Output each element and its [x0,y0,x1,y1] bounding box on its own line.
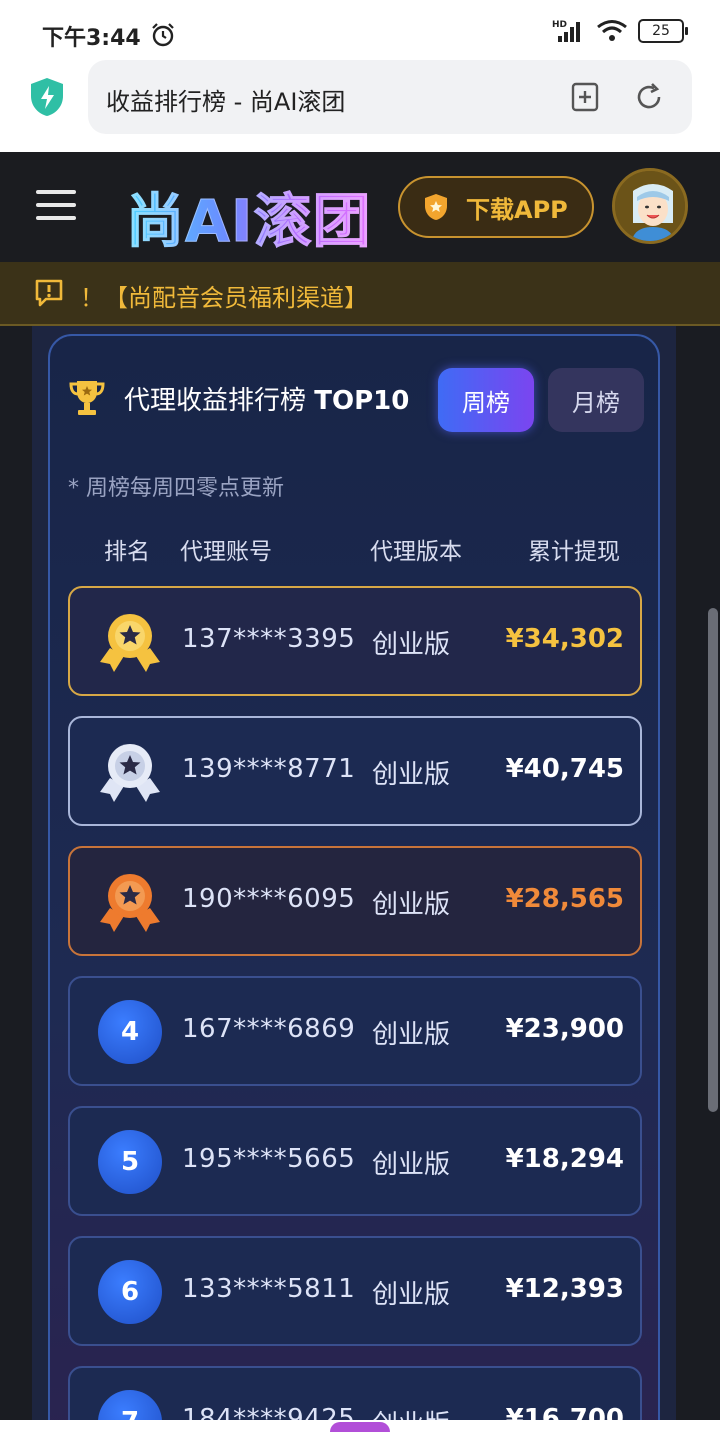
leaderboard-row[interactable]: 139****8771 创业版 ¥40,745 [68,716,642,826]
status-bar: 下午3:44 HD 25 [0,0,720,60]
column-header-version: 代理版本 [370,539,462,565]
row-amount: ¥34,302 [505,624,624,654]
row-version: 创业版 [372,760,451,790]
rank-number: 6 [98,1260,162,1324]
leaderboard-row[interactable]: 5 195****5665 创业版 ¥18,294 [68,1106,642,1216]
battery-level: 25 [652,23,670,39]
status-time: 下午3:44 [42,26,141,51]
content-area: 代理收益排行榜 TOP10 周榜 月榜 * 周榜每周四零点更新 排名 代理账号 … [0,326,720,1420]
row-account: 133****5811 [182,1274,356,1304]
network-label: HD [552,20,567,30]
row-account: 139****8771 [182,754,356,784]
row-amount: ¥40,745 [505,754,624,784]
column-header-rank: 排名 [104,539,150,565]
tab-weekly[interactable]: 周榜 [438,368,534,432]
alarm-icon [152,23,174,47]
row-account: 190****6095 [182,884,356,914]
tab-monthly[interactable]: 月榜 [548,368,644,432]
row-amount: ¥28,565 [505,884,624,914]
user-avatar[interactable] [612,168,688,244]
row-version: 创业版 [372,630,451,660]
silver-medal-icon [100,744,160,802]
row-version: 创业版 [372,1020,451,1050]
update-note: * 周榜每周四零点更新 [68,476,284,501]
rank-number: 5 [98,1130,162,1194]
row-account: 167****6869 [182,1014,356,1044]
row-amount: ¥18,294 [505,1144,624,1174]
reload-icon[interactable] [634,82,664,112]
row-account: 137****3395 [182,624,356,654]
leaderboard-row[interactable]: 190****6095 创业版 ¥28,565 [68,846,642,956]
download-app-button[interactable]: 下载APP [398,176,594,238]
battery-indicator: 25 [638,19,688,43]
download-app-label: 下载APP [466,195,568,224]
address-bar[interactable]: 收益排行榜 - 尚AI滚团 [88,60,692,134]
row-account: 184****9425 [182,1404,356,1420]
wifi-icon [597,20,627,41]
row-amount: ¥23,900 [505,1014,624,1044]
row-amount: ¥12,393 [505,1274,624,1304]
column-header-withdrawn: 累计提现 [528,539,620,565]
page-title[interactable]: 收益排行榜 - 尚AI滚团 [106,82,345,117]
avatar-image [615,171,685,241]
app-header: 尚AI滚团 下载APP [0,152,720,262]
notice-bar[interactable]: ！【尚配音会员福利渠道】 [0,262,720,326]
board-title-text: 代理收益排行榜 [124,386,307,416]
browser-bar: 收益排行榜 - 尚AI滚团 [0,60,720,152]
gold-medal-icon [100,614,160,672]
row-version: 创业版 [372,890,451,920]
alert-message-icon [35,279,63,307]
rank-number: 4 [98,1000,162,1064]
row-amount: ¥16,700 [505,1404,624,1420]
board-title: 代理收益排行榜 TOP10 [124,380,409,417]
floating-button[interactable] [330,1422,390,1432]
bronze-medal-icon [100,874,160,932]
column-header-account: 代理账号 [180,539,272,565]
add-bookmark-icon[interactable] [570,82,600,112]
security-shield-icon[interactable] [28,76,66,118]
shield-star-icon [425,194,447,220]
row-account: 195****5665 [182,1144,356,1174]
signal-icon: HD [552,20,580,42]
scrollbar[interactable] [708,608,718,1112]
hamburger-menu-icon[interactable] [36,190,76,222]
trophy-icon [69,381,105,415]
leaderboard-row[interactable]: 6 133****5811 创业版 ¥12,393 [68,1236,642,1346]
leaderboard-row[interactable]: 7 184****9425 创业版 ¥16,700 [68,1366,642,1420]
brand-logo[interactable]: 尚AI滚团 [125,174,371,258]
leaderboard-card: 代理收益排行榜 TOP10 周榜 月榜 * 周榜每周四零点更新 排名 代理账号 … [48,334,660,1420]
leaderboard-row[interactable]: 137****3395 创业版 ¥34,302 [68,586,642,696]
notice-text: ！【尚配音会员福利渠道】 [80,284,368,312]
row-version: 创业版 [372,1150,451,1180]
row-version: 创业版 [372,1280,451,1310]
rank-number: 7 [98,1390,162,1420]
leaderboard-row[interactable]: 4 167****6869 创业版 ¥23,900 [68,976,642,1086]
column-headers: 排名 代理账号 代理版本 累计提现 [50,532,658,565]
board-title-suffix: TOP10 [314,386,410,416]
row-version: 创业版 [372,1404,450,1420]
